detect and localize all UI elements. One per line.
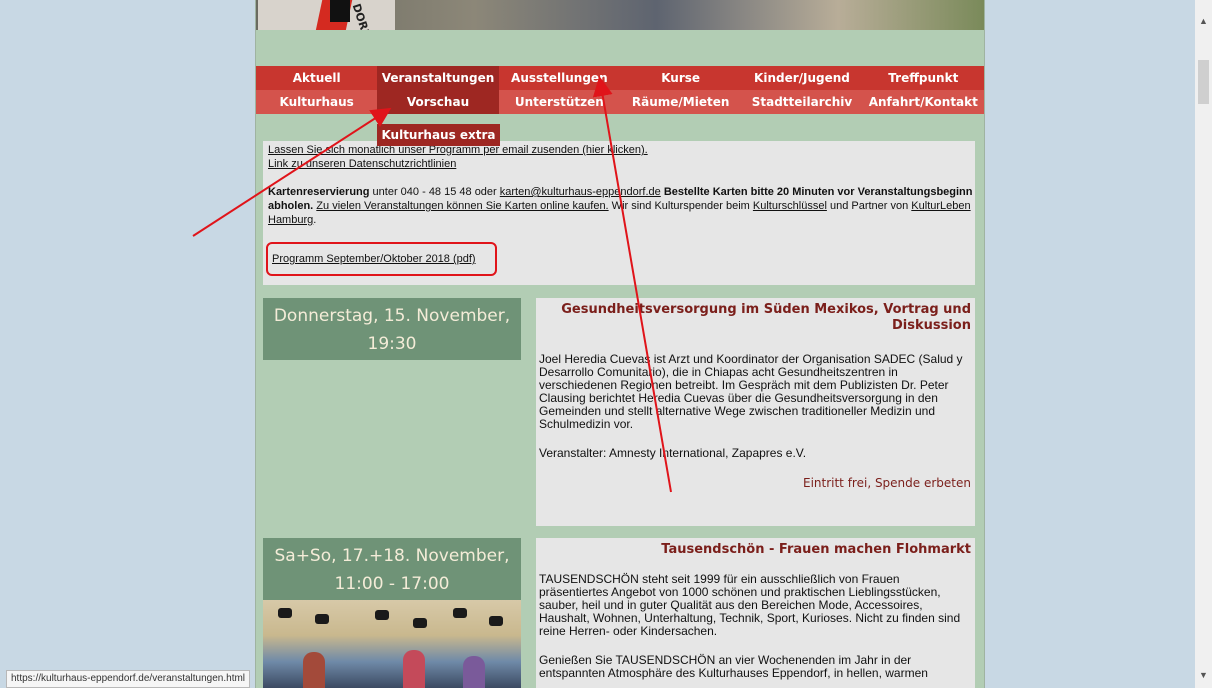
event-date: Donnerstag, 15. November, 19:30 [263,298,521,360]
nav-anfahrt-kontakt[interactable]: Anfahrt/Kontakt [863,90,984,114]
event-card: Tausendschön - Frauen machen Flohmarkt T… [536,538,975,688]
vertical-scrollbar[interactable]: ▲ ▼ [1195,0,1212,688]
sponsor-text: Wir sind Kulturspender beim [608,200,753,212]
scrollbar-thumb[interactable] [1198,60,1209,104]
nav-vorschau[interactable]: Vorschau [377,90,499,114]
nav-unterstuetzen[interactable]: Unterstützen [499,90,620,114]
event-description-continued: Genießen Sie TAUSENDSCHÖN an vier Wochen… [539,653,928,680]
nav-kinder-jugend[interactable]: Kinder/Jugend [741,66,862,90]
pdf-highlight-box: Programm September/Oktober 2018 (pdf) [266,242,497,276]
program-pdf-link[interactable]: Programm September/Oktober 2018 (pdf) [272,252,476,266]
site-logo[interactable]: DORF [258,0,395,30]
reservation-label: Kartenreservierung [268,186,370,198]
dropdown-kulturhaus-extra[interactable]: Kulturhaus extra [377,124,500,146]
header-photo: DORF [256,0,984,30]
kulturschluessel-link[interactable]: Kulturschlüssel [753,200,827,212]
info-panel: Lassen Sie sich monatlich unser Programm… [263,141,975,285]
privacy-link[interactable]: Link zu unseren Datenschutzrichtlinien [268,158,456,170]
online-tickets-link[interactable]: Zu vielen Veranstaltungen können Sie Kar… [316,200,608,212]
nav-raeume-mieten[interactable]: Räume/Mieten [620,90,741,114]
event-date: Sa+So, 17.+18. November, 11:00 - 17:00 [263,538,521,600]
page-container: DORF Aktuell Veranstaltungen Ausstellung… [255,0,985,688]
status-bar-url: https://kulturhaus-eppendorf.de/veransta… [6,670,251,688]
reservation-email-link[interactable]: karten@kulturhaus-eppendorf.de [500,186,661,198]
main-navigation: Aktuell Veranstaltungen Ausstellungen Ku… [256,66,984,114]
partner-text: und Partner von [829,200,912,212]
event-title[interactable]: Gesundheitsversorgung im Süden Mexikos, … [536,298,975,334]
event-description: TAUSENDSCHÖN steht seit 1999 für ein aus… [539,572,961,638]
nav-kurse[interactable]: Kurse [620,66,741,90]
nav-aktuell[interactable]: Aktuell [256,66,377,90]
event-description: Joel Heredia Cuevas ist Arzt und Koordin… [539,352,963,431]
event-photo [263,600,521,688]
event-card: Gesundheitsversorgung im Süden Mexikos, … [536,298,975,526]
nav-veranstaltungen[interactable]: Veranstaltungen [377,66,499,90]
event-admission: Eintritt frei, Spende erbeten [802,476,971,490]
scroll-up-icon[interactable]: ▲ [1195,16,1212,26]
nav-treffpunkt[interactable]: Treffpunkt [863,66,984,90]
nav-ausstellungen[interactable]: Ausstellungen [499,66,620,90]
scroll-down-icon[interactable]: ▼ [1195,670,1212,680]
event-organizer: Veranstalter: Amnesty International, Zap… [539,446,807,460]
nav-kulturhaus[interactable]: Kulturhaus [256,90,377,114]
event-title[interactable]: Tausendschön - Frauen machen Flohmarkt [536,538,975,558]
nav-stadtteilarchiv[interactable]: Stadtteilarchiv [741,90,862,114]
reservation-phone: unter 040 - 48 15 48 oder [369,186,500,198]
